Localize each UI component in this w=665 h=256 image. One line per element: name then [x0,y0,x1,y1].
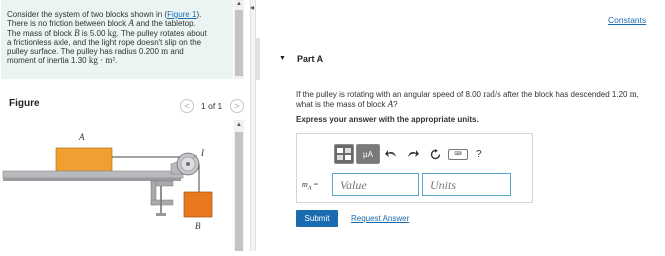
problem-text: ). [196,10,202,19]
reset-icon[interactable] [426,144,444,164]
table-top [2,170,184,179]
value-input[interactable]: Value [332,173,419,196]
part-title[interactable]: Part A [297,54,323,64]
figure-scrollbar[interactable]: ▲ [234,120,244,251]
chevron-down-icon[interactable]: ▼ [279,55,286,62]
question-fragment: after the block has descended 1.20 [500,90,630,99]
redo-icon[interactable] [404,144,422,164]
problem-text: a frictionless axle, and the light rope … [7,37,202,47]
collapse-icon[interactable]: ◂ [246,3,258,12]
redo-glyph [408,150,419,157]
unit-m: m [629,89,637,99]
left-panel: Consider the system of two blocks shown … [0,0,250,251]
problem-text: . The pulley rotates about [116,28,207,38]
keyboard-icon[interactable]: ⌨ [448,148,468,160]
label-i: I [200,148,205,158]
figure-page-count: 1 of 1 [201,101,223,111]
problem-text: and the tabletop. [133,19,196,29]
block-b [183,191,213,218]
request-answer-link[interactable]: Request Answer [351,214,409,223]
clamp-bottom [150,199,174,206]
question-fragment: , [636,90,639,99]
templates-glyph [337,148,351,160]
problem-text: The mass of block [7,28,75,38]
question-fragment: ? [393,99,398,109]
figure-image: A I B [1,120,233,251]
scroll-thumb[interactable] [235,10,243,76]
help-icon[interactable]: ? [476,149,482,160]
figure-link[interactable]: Figure 1 [167,10,196,19]
reset-glyph [430,148,440,159]
problem-text: is 5.00 [79,28,108,38]
math-toolbar: μA ⌨ ? [334,143,482,165]
scroll-up-icon[interactable]: ▲ [235,121,243,129]
previous-figure-button[interactable]: < [180,99,194,113]
problem-scrollbar[interactable]: ▲ [234,0,244,79]
block-a [55,147,113,172]
answer-variable-label: mA = [302,180,318,192]
undo-glyph [385,150,396,157]
label-a: A [78,132,85,142]
units-input[interactable]: Units [422,173,511,196]
unit-kgm2: kg · m² [88,55,116,66]
question-fragment: what is the mass of block [296,99,388,109]
page-scrollbar[interactable] [657,0,665,251]
problem-text: pulley surface. The pulley has radius 0.… [7,47,162,57]
table-edge [3,178,181,181]
splitter-handle[interactable] [256,38,260,80]
pulley-axle [186,162,190,166]
next-figure-button[interactable]: > [230,99,244,113]
scroll-up-icon[interactable]: ▲ [235,0,243,8]
label-b: B [195,221,201,231]
undo-icon[interactable] [382,144,400,164]
problem-text: . [115,56,118,66]
problem-text: and [168,47,184,57]
submit-button[interactable]: Submit [296,210,338,227]
scroll-thumb[interactable] [235,132,243,251]
problem-text: moment of inertia 1.30 [7,56,89,66]
equals-sign: = [311,180,318,189]
figure-heading: Figure [9,98,40,109]
problem-statement: Consider the system of two blocks shown … [1,0,233,79]
templates-icon[interactable] [334,144,354,164]
units-button[interactable]: μA [356,144,380,164]
question-text: If the pulley is rotating with an angula… [296,89,661,109]
pulley-diagram: A I B [2,132,213,231]
problem-text: Consider the system of two blocks shown … [7,10,168,19]
unit-kg: kg [107,27,117,38]
unit-rad-s: rad/s [483,89,501,99]
answer-instruction: Express your answer with the appropriate… [296,115,479,124]
constants-link[interactable]: Constants [608,15,646,25]
clamp-handle [156,213,166,216]
